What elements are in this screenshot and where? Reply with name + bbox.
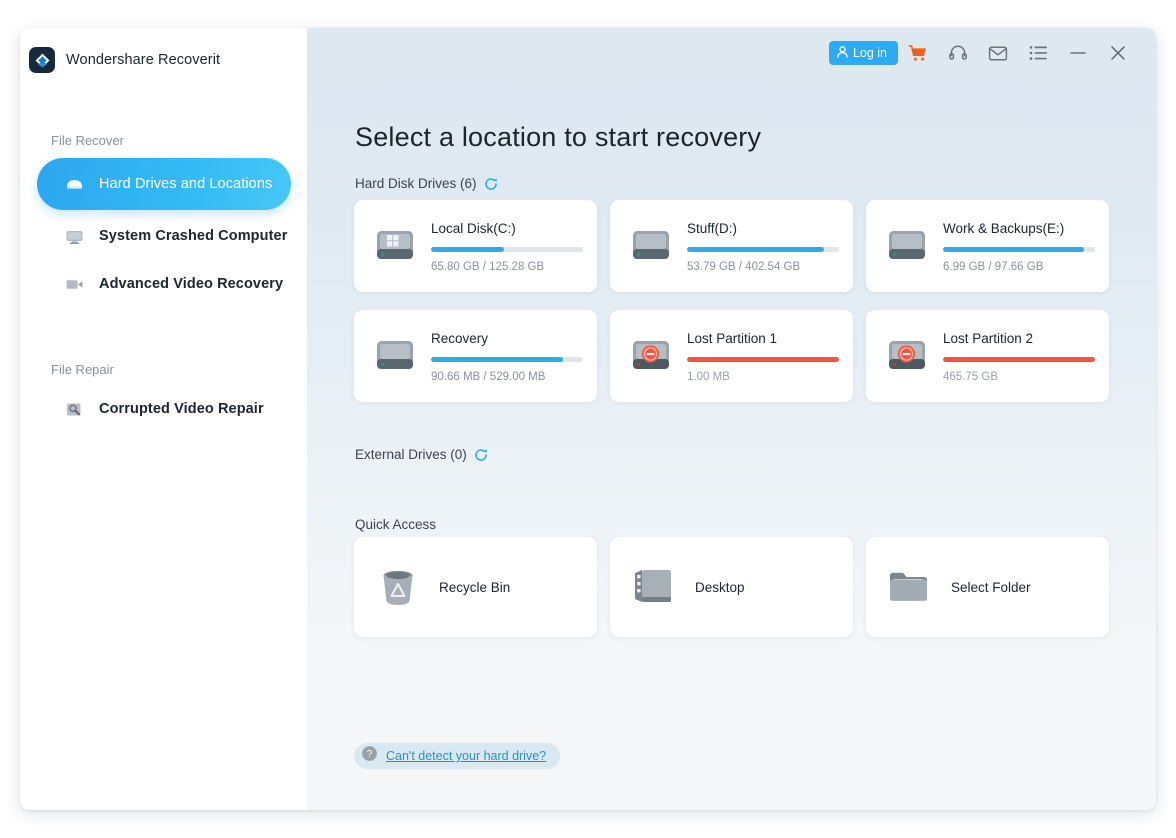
refresh-icon[interactable] [484, 177, 498, 191]
quick-access-card-select-folder[interactable]: Select Folder [866, 537, 1109, 637]
drive-size: 6.99 GB / 97.66 GB [943, 261, 1095, 273]
hard-drive-icon [63, 173, 85, 195]
sidebar-item-label: Hard Drives and Locations [99, 176, 272, 192]
sidebar-item-hard-drives-and-locations[interactable]: Hard Drives and Locations [37, 158, 291, 210]
video-camera-icon [63, 273, 85, 295]
drive-usage-bar [431, 247, 583, 252]
drive-usage-fill [943, 357, 1095, 362]
windows-drive-icon [371, 222, 419, 270]
drive-info: Lost Partition 2 465.75 GB [943, 329, 1095, 383]
lost-partition-icon [883, 332, 931, 380]
question-mark-icon: ? [361, 745, 378, 767]
section-label-external-drives: External Drives (0) [355, 447, 488, 462]
video-repair-icon [63, 398, 85, 420]
sidebar-group-label-file-repair: File Repair [20, 362, 307, 377]
drive-usage-fill [431, 247, 504, 252]
login-button[interactable]: Log in [829, 41, 898, 65]
wondershare-logo-icon [29, 47, 55, 73]
quick-access-card-desktop[interactable]: Desktop [610, 537, 853, 637]
cart-icon[interactable] [898, 37, 938, 69]
desktop-icon [630, 563, 678, 611]
drive-card[interactable]: Recovery 90.66 MB / 529.00 MB [354, 310, 597, 402]
drive-usage-fill [943, 247, 1084, 252]
section-label-text: Hard Disk Drives (6) [355, 176, 477, 191]
section-label-hard-disk-drives: Hard Disk Drives (6) [355, 176, 498, 191]
drive-usage-bar [687, 247, 839, 252]
drive-name: Local Disk(C:) [431, 221, 583, 236]
drive-info: Local Disk(C:) 65.80 GB / 125.28 GB [431, 219, 583, 273]
user-icon [837, 46, 848, 61]
drive-card[interactable]: Lost Partition 1 1.00 MB [610, 310, 853, 402]
drive-usage-bar [943, 357, 1095, 362]
svg-text:?: ? [367, 749, 373, 760]
drive-info: Lost Partition 1 1.00 MB [687, 329, 839, 383]
drive-card[interactable]: Stuff(D:) 53.79 GB / 402.54 GB [610, 200, 853, 292]
sidebar-item-system-crashed-computer[interactable]: System Crashed Computer [37, 214, 291, 258]
drive-size: 1.00 MB [687, 371, 839, 383]
page-title: Select a location to start recovery [355, 122, 761, 153]
drive-name: Lost Partition 1 [687, 331, 839, 346]
quick-access-label: Desktop [695, 580, 745, 595]
mail-icon[interactable] [978, 37, 1018, 69]
login-label: Log in [853, 46, 887, 60]
section-label-text: Quick Access [355, 517, 436, 532]
sidebar-group-label-file-recover: File Recover [20, 133, 307, 148]
drive-card[interactable]: Lost Partition 2 465.75 GB [866, 310, 1109, 402]
drive-usage-fill [431, 357, 563, 362]
drive-size: 465.75 GB [943, 371, 1095, 383]
drive-info: Stuff(D:) 53.79 GB / 402.54 GB [687, 219, 839, 273]
app-title: Wondershare Recoverit [66, 52, 220, 68]
hard-disk-drives-grid: Local Disk(C:) 65.80 GB / 125.28 GB [354, 200, 1122, 420]
recycle-bin-icon [374, 563, 422, 611]
sidebar-item-advanced-video-recovery[interactable]: Advanced Video Recovery [37, 262, 291, 306]
folder-icon [886, 563, 934, 611]
refresh-icon[interactable] [474, 448, 488, 462]
window-toolbar: Log in [829, 37, 1138, 69]
drive-size: 90.66 MB / 529.00 MB [431, 371, 583, 383]
lost-partition-icon [627, 332, 675, 380]
drive-size: 65.80 GB / 125.28 GB [431, 261, 583, 273]
brand: Wondershare Recoverit [20, 28, 307, 80]
sidebar-item-label: System Crashed Computer [99, 228, 287, 244]
drive-name: Stuff(D:) [687, 221, 839, 236]
hard-drive-icon [883, 222, 931, 270]
drive-usage-bar [431, 357, 583, 362]
list-menu-icon[interactable] [1018, 37, 1058, 69]
section-label-text: External Drives (0) [355, 447, 467, 462]
quick-access-grid: Recycle Bin Desktop [354, 537, 1122, 637]
sidebar-item-label: Advanced Video Recovery [99, 276, 283, 292]
close-icon[interactable] [1098, 37, 1138, 69]
drive-name: Work & Backups(E:) [943, 221, 1095, 236]
drive-name: Lost Partition 2 [943, 331, 1095, 346]
sidebar-item-corrupted-video-repair[interactable]: Corrupted Video Repair [37, 387, 291, 431]
quick-access-label: Select Folder [951, 580, 1031, 595]
hard-drive-icon [627, 222, 675, 270]
quick-access-card-recycle-bin[interactable]: Recycle Bin [354, 537, 597, 637]
drive-usage-bar [943, 247, 1095, 252]
headset-icon[interactable] [938, 37, 978, 69]
minimize-icon[interactable] [1058, 37, 1098, 69]
section-label-quick-access: Quick Access [355, 517, 436, 532]
drive-usage-bar [687, 357, 839, 362]
app-window: Wondershare Recoverit File Recover Hard … [20, 28, 1156, 810]
drive-size: 53.79 GB / 402.54 GB [687, 261, 839, 273]
drive-info: Work & Backups(E:) 6.99 GB / 97.66 GB [943, 219, 1095, 273]
quick-access-label: Recycle Bin [439, 580, 510, 595]
sidebar: Wondershare Recoverit File Recover Hard … [20, 28, 307, 810]
drive-card[interactable]: Local Disk(C:) 65.80 GB / 125.28 GB [354, 200, 597, 292]
drive-name: Recovery [431, 331, 583, 346]
main-content: Log in [307, 28, 1156, 810]
drive-card[interactable]: Work & Backups(E:) 6.99 GB / 97.66 GB [866, 200, 1109, 292]
drive-usage-fill [687, 247, 824, 252]
drive-usage-fill [687, 357, 839, 362]
monitor-icon [63, 225, 85, 247]
sidebar-item-label: Corrupted Video Repair [99, 401, 264, 417]
help-link-text: Can't detect your hard drive? [386, 749, 546, 763]
help-detect-drive-pill[interactable]: ? Can't detect your hard drive? [354, 743, 560, 769]
drive-info: Recovery 90.66 MB / 529.00 MB [431, 329, 583, 383]
hard-drive-icon [371, 332, 419, 380]
